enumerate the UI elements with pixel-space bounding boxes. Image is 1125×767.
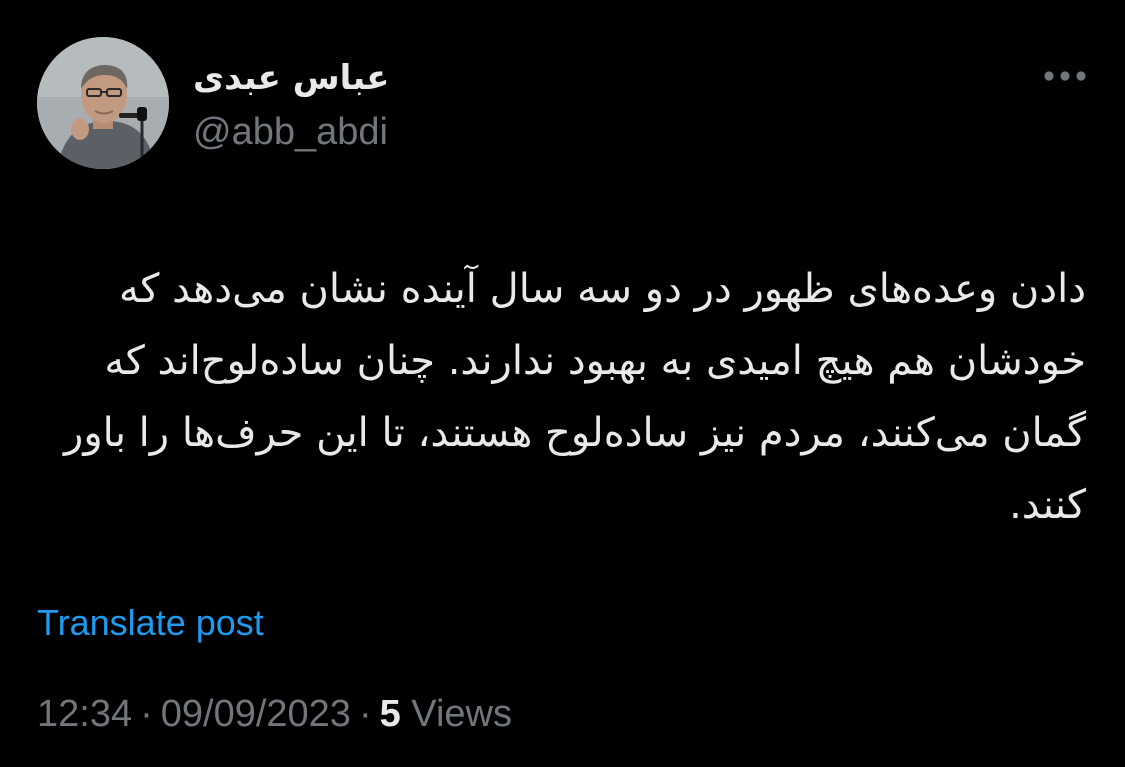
more-horizontal-icon (1044, 71, 1086, 81)
post-text: دادن وعده‌های ظهور در دو سه سال آینده نش… (64, 266, 1086, 528)
tweet-card: عباس عبدی @abb_abdi دادن وعده‌های ظهور د… (0, 0, 1125, 767)
author-handle[interactable]: @abb_abdi (193, 110, 388, 154)
avatar[interactable] (37, 37, 169, 169)
user-avatar-icon (37, 37, 169, 169)
translate-post-link[interactable]: Translate post (37, 600, 264, 646)
views-count[interactable]: 5 (380, 693, 401, 735)
meta-separator: · (140, 693, 153, 735)
post-time[interactable]: 12:34 (37, 693, 132, 735)
meta-separator: · (358, 693, 372, 735)
post-meta: 12:34 · 09/09/2023 · 5 Views (37, 690, 512, 738)
more-options-button[interactable] (1038, 56, 1092, 96)
views-label[interactable]: Views (411, 693, 512, 735)
post-date[interactable]: 09/09/2023 (161, 693, 351, 735)
author-display-name[interactable]: عباس عبدی (193, 52, 433, 104)
